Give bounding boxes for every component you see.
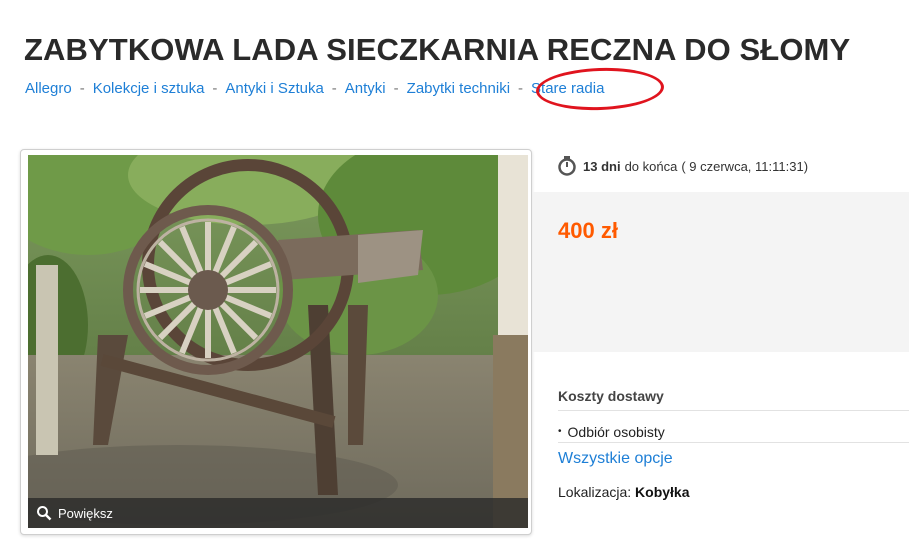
product-photo[interactable]: Powiększ [28, 155, 528, 528]
location: Lokalizacja: Kobyłka [558, 484, 690, 500]
remaining-suffix: do końca [624, 158, 678, 174]
breadcrumb-separator: - [518, 80, 524, 97]
red-annotation-circle [535, 65, 665, 113]
breadcrumb-separator: - [393, 80, 399, 97]
end-date: ( 9 czerwca, 11:11:31) [681, 158, 809, 174]
photo-gallery[interactable]: Powiększ [20, 149, 532, 535]
breadcrumb-item-zabytki-techniki[interactable]: Zabytki techniki [407, 80, 510, 97]
chaff-cutter-image [28, 155, 528, 528]
breadcrumb-item-kolekcje[interactable]: Kolekcje i sztuka [93, 80, 205, 97]
days-remaining: 13 dni [583, 158, 621, 174]
breadcrumb-separator: - [212, 80, 218, 97]
shipping-option-label: Odbiór osobisty [567, 424, 665, 440]
auction-timer: 13 dni do końca ( 9 czerwca, 11:11:31) [557, 156, 808, 176]
zoom-label: Powiększ [58, 505, 113, 521]
breadcrumb-separator: - [79, 80, 85, 97]
shipping-option: • Odbiór osobisty [558, 424, 665, 440]
location-value: Kobyłka [635, 484, 690, 500]
magnifier-icon [37, 506, 52, 521]
shipping-title: Koszty dostawy [558, 388, 664, 404]
bullet-icon: • [558, 426, 562, 437]
stopwatch-icon [558, 156, 576, 176]
divider [558, 410, 909, 411]
divider [558, 442, 909, 443]
breadcrumb-separator: - [331, 80, 337, 97]
zoom-button[interactable]: Powiększ [28, 498, 528, 528]
price: 400 zł [558, 218, 618, 243]
breadcrumb-item-antyki[interactable]: Antyki [345, 80, 386, 97]
offer-details: 13 dni do końca ( 9 czerwca, 11:11:31) 4… [533, 140, 909, 549]
page-title: ZABYTKOWA LADA SIECZKARNIA RECZNA DO SŁO… [24, 32, 851, 67]
breadcrumb-item-antyki-i-sztuka[interactable]: Antyki i Sztuka [225, 80, 323, 97]
breadcrumb-item-allegro[interactable]: Allegro [25, 80, 72, 97]
price-box: 400 zł [533, 192, 909, 352]
location-label: Lokalizacja: [558, 484, 632, 500]
all-options-link[interactable]: Wszystkie opcje [558, 450, 673, 468]
breadcrumb: Allegro - Kolekcje i sztuka - Antyki i Sztuk… [25, 80, 604, 97]
